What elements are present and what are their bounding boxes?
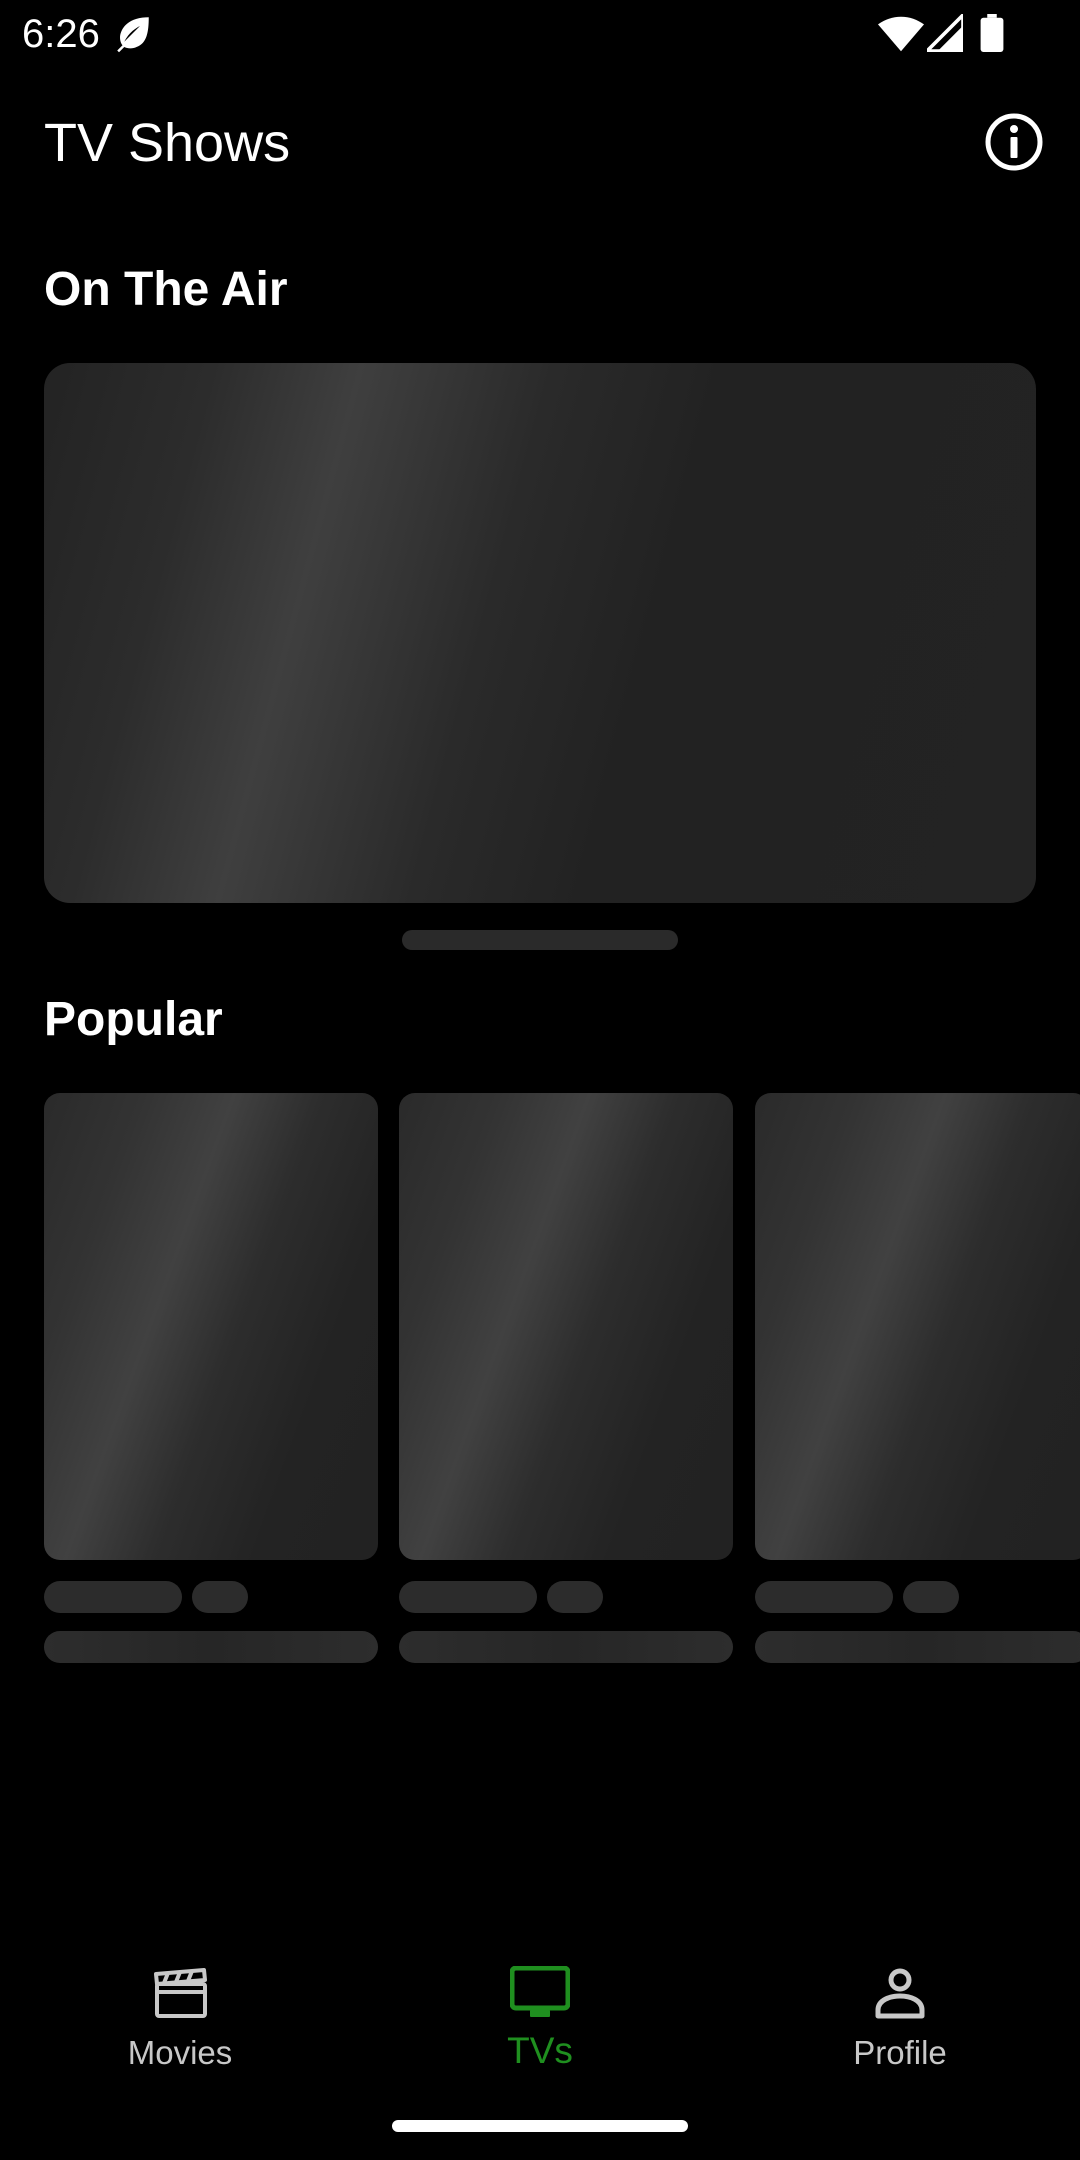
bottom-navigation: Movies TVs Profile [0, 1930, 1080, 2090]
section-title-popular: Popular [44, 993, 223, 1046]
popular-card[interactable] [399, 1093, 733, 1673]
battery-icon [980, 14, 1004, 52]
popular-card[interactable] [44, 1093, 378, 1673]
poster-placeholder [755, 1093, 1080, 1560]
rating-placeholder [192, 1581, 248, 1613]
poster-placeholder [44, 1093, 378, 1560]
nav-label-profile: Profile [853, 2034, 947, 2071]
subtitle-placeholder [44, 1631, 378, 1663]
status-time: 6:26 [22, 12, 100, 56]
poster-placeholder [399, 1093, 733, 1560]
rating-placeholder [903, 1581, 959, 1613]
pager-indicator [402, 930, 678, 950]
tv-icon [510, 1966, 570, 2017]
title-placeholder [755, 1581, 893, 1613]
wifi-icon [878, 16, 924, 52]
title-placeholder [399, 1581, 537, 1613]
person-icon [875, 1968, 925, 2019]
subtitle-placeholder [755, 1631, 1080, 1663]
leaf-icon [117, 17, 149, 53]
nav-item-profile[interactable]: Profile [720, 1930, 1080, 2080]
page-title: TV Shows [44, 113, 291, 173]
section-title-on-the-air: On The Air [44, 263, 288, 316]
home-indicator[interactable] [392, 2120, 688, 2132]
nav-item-movies[interactable]: Movies [0, 1930, 360, 2080]
nav-label-tvs: TVs [507, 2030, 573, 2071]
rating-placeholder [547, 1581, 603, 1613]
status-bar: 6:26 [0, 0, 1080, 68]
signal-icon [927, 14, 963, 52]
nav-label-movies: Movies [127, 2034, 233, 2071]
clapperboard-icon [154, 1968, 207, 2018]
subtitle-placeholder [399, 1631, 733, 1663]
title-placeholder [44, 1581, 182, 1613]
info-icon[interactable] [984, 112, 1044, 172]
popular-card[interactable] [755, 1093, 1080, 1673]
on-the-air-banner-placeholder[interactable] [44, 363, 1036, 903]
nav-item-tvs[interactable]: TVs [360, 1930, 720, 2080]
